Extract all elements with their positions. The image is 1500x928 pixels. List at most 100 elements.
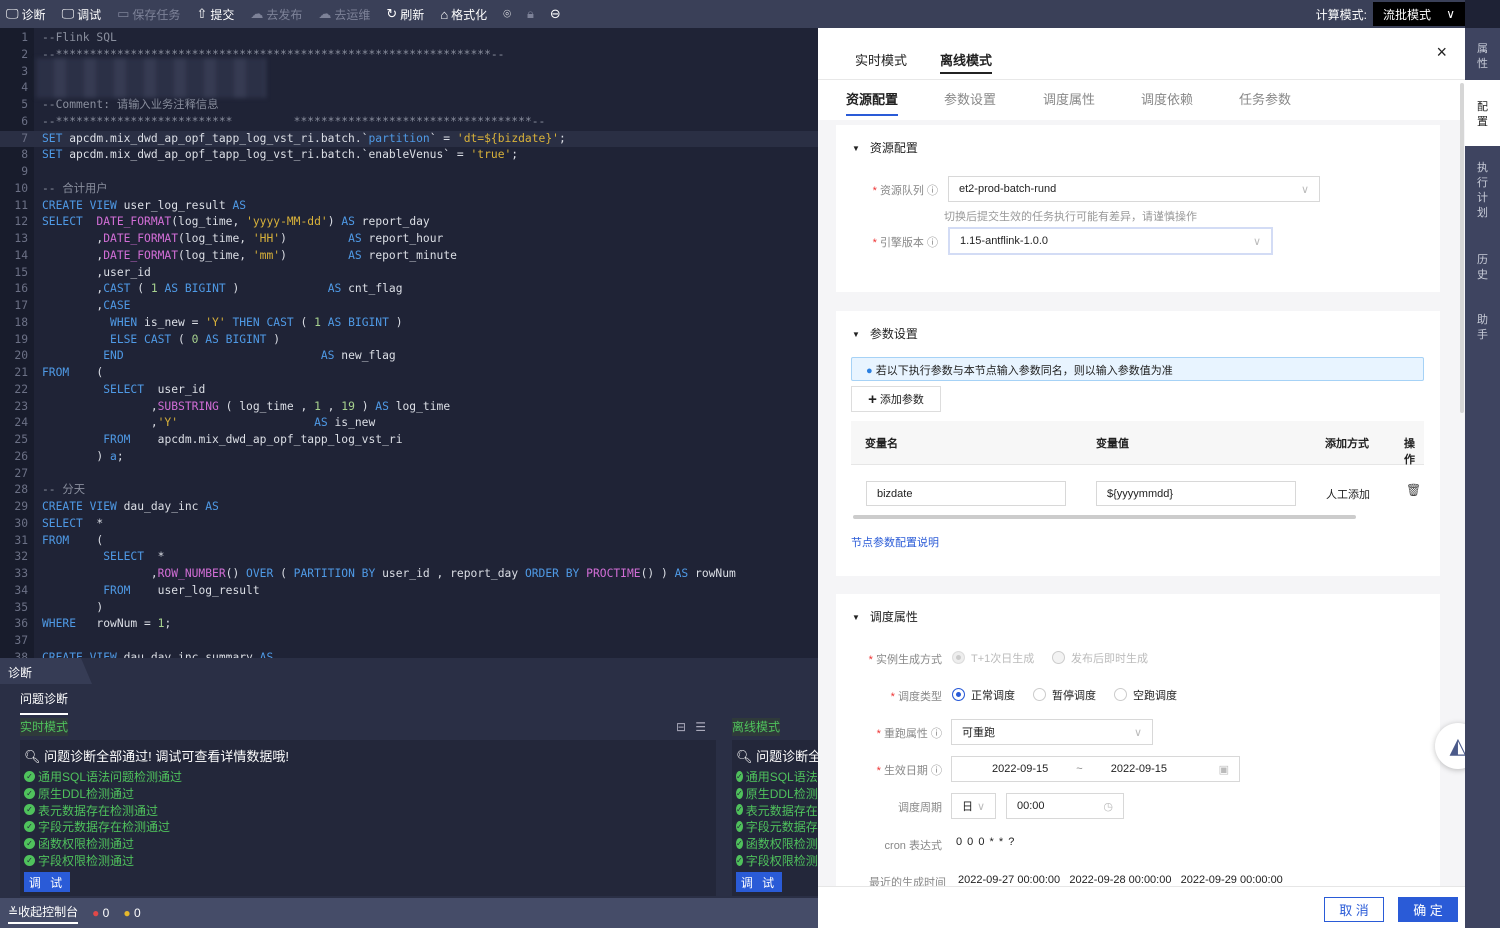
- param-name-input[interactable]: bizdate: [866, 481, 1066, 506]
- cycle-time-picker[interactable]: 00:00 ◷: [1006, 793, 1124, 819]
- gen-option-instant[interactable]: 发布后即时生成: [1052, 650, 1148, 666]
- code-view-icon[interactable]: ⊟: [676, 720, 686, 734]
- collapse-console-button[interactable]: ≚收起控制台: [8, 903, 79, 924]
- code-token: ,: [42, 299, 104, 312]
- code-token: SUBSTRING: [157, 399, 219, 413]
- toolbar-button[interactable]: ☁︎ 去发布: [250, 6, 302, 23]
- code-token: SELECT: [42, 516, 83, 530]
- toolbar-button[interactable]: ☁︎ 去运维: [318, 6, 370, 23]
- tab-schedule[interactable]: 调度属性: [1043, 89, 1095, 108]
- lock-icon[interactable]: 🔒︎: [527, 6, 534, 22]
- tab-dependency[interactable]: 调度依赖: [1141, 89, 1193, 108]
- toolbar-button-label: 保存任务: [132, 7, 181, 22]
- line-number: 38: [14, 650, 28, 658]
- offline-label: 离线模式: [732, 718, 781, 736]
- offline-debug-button[interactable]: 调 试: [736, 872, 782, 892]
- param-value-input[interactable]: ${yyyymmdd}: [1096, 481, 1296, 506]
- code-token: AS: [375, 399, 389, 413]
- code-token: ,: [42, 282, 104, 296]
- problem-diagnosis-tab[interactable]: 问题诊断: [20, 690, 69, 715]
- params-section-title[interactable]: 参数设置: [852, 325, 918, 342]
- delete-icon[interactable]: 🗑︎: [1406, 483, 1421, 497]
- check-item: ✓字段元数据存在检测通过: [736, 820, 818, 835]
- toolbar-button[interactable]: ⌂ 格式化: [440, 6, 487, 23]
- code-token: THEN CAST: [225, 315, 294, 329]
- document-icon[interactable]: ☰: [695, 720, 706, 734]
- code-token: CREATE VIEW: [42, 500, 117, 513]
- code-token: dau_day_inc: [116, 500, 206, 513]
- close-icon[interactable]: ×: [1436, 42, 1447, 63]
- type-option-dry-run[interactable]: 空跑调度: [1114, 687, 1177, 703]
- toolbar-button[interactable]: 🖵︎ 诊断: [6, 6, 46, 23]
- diagnosis-tab[interactable]: 诊断: [0, 658, 92, 684]
- code-token: (: [293, 315, 315, 329]
- tab-offline-mode[interactable]: 离线模式: [940, 50, 993, 74]
- confirm-button[interactable]: 确 定: [1398, 897, 1458, 922]
- sidebar-item-execution-plan[interactable]: 执行计划: [1465, 161, 1500, 221]
- code-token: ,: [42, 567, 158, 580]
- check-item: ✓表元数据存在检测通过: [24, 802, 712, 819]
- horizontal-scrollbar[interactable]: [853, 515, 1356, 519]
- line-number: 2: [21, 47, 28, 61]
- resource-section-title[interactable]: 资源配置: [852, 139, 918, 156]
- code-token: ,: [320, 399, 342, 413]
- code-token: ` =: [429, 131, 457, 145]
- tab-realtime-mode[interactable]: 实时模式: [855, 50, 907, 69]
- sql-editor[interactable]: 1 --Flink SQL 2 --*************************…: [0, 28, 818, 658]
- tab-resource[interactable]: 资源配置: [846, 89, 899, 116]
- code-token: user_log_result: [130, 583, 260, 597]
- toolbar-button-label: 提交: [210, 7, 235, 22]
- toolbar-button[interactable]: 🖵︎ 调试: [62, 6, 102, 23]
- code-token: FROM: [42, 533, 70, 547]
- line-number: 16: [14, 282, 28, 296]
- code-text: ELSE CAST ( 0 AS BIGINT ): [42, 332, 280, 349]
- type-option-normal[interactable]: 正常调度: [952, 687, 1015, 703]
- tab-params[interactable]: 参数设置: [944, 89, 996, 108]
- location-icon[interactable]: ⌾: [503, 6, 511, 22]
- code-token: 'dt=${bizdate}': [456, 131, 559, 145]
- code-token: cnt_flag: [341, 282, 403, 296]
- more-icon[interactable]: ⊖: [550, 6, 561, 22]
- warning-icon: ●: [123, 906, 131, 920]
- rerun-select[interactable]: 可重跑: [951, 719, 1153, 745]
- check-item: ✓字段元数据存在检测通过: [24, 818, 712, 835]
- sidebar-item-config[interactable]: 配置: [1465, 80, 1500, 146]
- date-range-picker[interactable]: 2022-09-15 ~2022-09-15 ▣: [951, 756, 1240, 782]
- engine-label: 引擎版本: [879, 237, 924, 249]
- compute-mode-select[interactable]: 流批模式 ∨: [1373, 2, 1465, 26]
- cycle-unit-select[interactable]: 日: [951, 793, 996, 819]
- schedule-section-title[interactable]: 调度属性: [852, 608, 918, 625]
- sidebar-item-history[interactable]: 历史: [1465, 253, 1500, 283]
- sidebar-item-assistant[interactable]: 助手: [1465, 313, 1500, 343]
- code-text: ,CASE: [42, 298, 130, 315]
- code-token: SELECT: [103, 382, 145, 396]
- type-option-pause[interactable]: 暂停调度: [1033, 687, 1096, 703]
- toolbar-button[interactable]: ▭ 保存任务: [117, 6, 180, 23]
- sidebar-item-properties[interactable]: 属性: [1465, 42, 1500, 72]
- check-list: ✓通用SQL语法问题检测通过✓原生DDL检测通过✓表元数据存在检测通过✓字段元数…: [24, 768, 712, 869]
- param-help-link[interactable]: 节点参数配置说明: [851, 534, 939, 550]
- toolbar: 🖵︎ 诊断 🖵︎ 调试 ▭ 保存任务 ⇧ 提交 ☁︎ 去发布 ☁︎ 去运维 ↻ 刷新 ⌂ 格式化 ⌾ 🔒︎ ⊖: [0, 0, 1465, 28]
- line-number: 13: [14, 232, 28, 245]
- queue-select[interactable]: et2-prod-batch-rund: [948, 176, 1320, 202]
- add-param-button[interactable]: + 添加参数: [851, 386, 941, 412]
- code-line: 17 ,CASE: [0, 298, 818, 315]
- code-token: AS: [327, 282, 342, 296]
- debug-button[interactable]: 调 试: [24, 872, 70, 892]
- gen-option-t1[interactable]: T+1次日生成: [952, 650, 1034, 666]
- toolbar-button[interactable]: ⇧ 提交: [196, 6, 234, 23]
- cancel-button[interactable]: 取 消: [1324, 897, 1384, 922]
- engine-select[interactable]: 1.15-antflink-1.0.0: [948, 227, 1273, 255]
- tab-task-params[interactable]: 任务参数: [1239, 89, 1291, 108]
- code-text: CREATE VIEW user_log_result AS: [42, 198, 246, 215]
- code-token: dau_day_inc_summary: [116, 650, 260, 658]
- code-token: AS: [674, 567, 689, 580]
- toolbar-button[interactable]: ↻ 刷新: [386, 6, 424, 23]
- search-icon: 🔍︎: [736, 749, 753, 764]
- vertical-scrollbar[interactable]: [1460, 83, 1464, 413]
- code-line: 18 WHEN is_new = 'Y' THEN CAST ( 1 AS BI…: [0, 315, 818, 332]
- line-number: 36: [14, 617, 28, 631]
- code-token: AS: [341, 215, 355, 229]
